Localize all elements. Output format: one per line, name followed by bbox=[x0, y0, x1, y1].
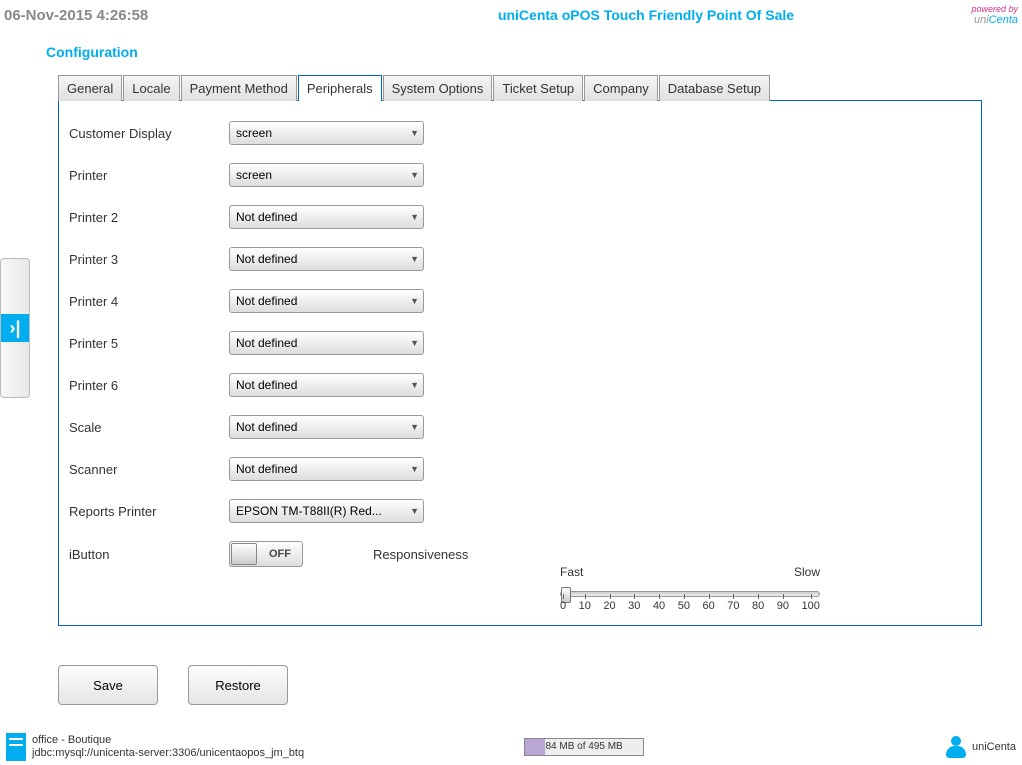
toggle-knob bbox=[231, 543, 257, 565]
responsiveness-slider-block: Fast Slow 0 10 20 30 40 50 60 70 80 90 100 bbox=[560, 565, 820, 612]
tick-80: 80 bbox=[752, 600, 764, 612]
field-label-4: Printer 4 bbox=[69, 294, 229, 309]
tick-40: 40 bbox=[653, 600, 665, 612]
tab-company[interactable]: Company bbox=[584, 75, 658, 101]
combo-customer-display[interactable]: screen ▼ bbox=[229, 121, 424, 145]
combo-value: Not defined bbox=[236, 420, 297, 434]
chevron-down-icon: ▼ bbox=[410, 170, 419, 180]
logo-uni: uni bbox=[974, 14, 989, 26]
tab-ticket-setup[interactable]: Ticket Setup bbox=[493, 75, 583, 101]
tick-50: 50 bbox=[678, 600, 690, 612]
combo-value: screen bbox=[236, 168, 272, 182]
config-panel: Customer Display screen ▼ Printer screen ▼ Pri… bbox=[58, 100, 982, 626]
combo-value: Not defined bbox=[236, 252, 297, 266]
tab-payment-method[interactable]: Payment Method bbox=[181, 75, 297, 101]
chevron-down-icon: ▼ bbox=[410, 464, 419, 474]
tick-60: 60 bbox=[702, 600, 714, 612]
combo-printer-6[interactable]: Not defined ▼ bbox=[229, 373, 424, 397]
field-label-8: Scanner bbox=[69, 462, 229, 477]
server-icon bbox=[6, 733, 26, 761]
restore-button[interactable]: Restore bbox=[188, 665, 288, 705]
tick-70: 70 bbox=[727, 600, 739, 612]
chevron-down-icon: ▼ bbox=[410, 422, 419, 432]
slider-slow-label: Slow bbox=[794, 565, 820, 579]
combo-printer[interactable]: screen ▼ bbox=[229, 163, 424, 187]
combo-printer-5[interactable]: Not defined ▼ bbox=[229, 331, 424, 355]
field-label-7: Scale bbox=[69, 420, 229, 435]
app-title: uniCenta oPOS Touch Friendly Point Of Sa… bbox=[374, 7, 918, 23]
responsiveness-label: Responsiveness bbox=[373, 547, 468, 562]
chevron-down-icon: ▼ bbox=[410, 212, 419, 222]
responsiveness-slider[interactable] bbox=[560, 591, 820, 597]
combo-value: Not defined bbox=[236, 210, 297, 224]
status-office: office - Boutique bbox=[32, 734, 304, 747]
logo: powered by uniCenta bbox=[918, 4, 1018, 26]
combo-value: Not defined bbox=[236, 294, 297, 308]
ibutton-label: iButton bbox=[69, 547, 229, 562]
field-label-6: Printer 6 bbox=[69, 378, 229, 393]
sidebar-toggle[interactable]: ›| bbox=[0, 258, 30, 398]
tick-10: 10 bbox=[579, 600, 591, 612]
combo-value: Not defined bbox=[236, 378, 297, 392]
tick-90: 90 bbox=[777, 600, 789, 612]
chevron-down-icon: ▼ bbox=[410, 296, 419, 306]
combo-scale[interactable]: Not defined ▼ bbox=[229, 415, 424, 439]
field-label-9: Reports Printer bbox=[69, 504, 229, 519]
combo-printer-3[interactable]: Not defined ▼ bbox=[229, 247, 424, 271]
user-icon bbox=[944, 735, 968, 759]
user-indicator[interactable]: uniCenta bbox=[944, 735, 1016, 759]
field-label-1: Printer bbox=[69, 168, 229, 183]
combo-value: Not defined bbox=[236, 336, 297, 350]
chevron-down-icon: ▼ bbox=[410, 254, 419, 264]
combo-value: Not defined bbox=[236, 462, 297, 476]
user-name: uniCenta bbox=[972, 741, 1016, 753]
chevron-down-icon: ▼ bbox=[410, 506, 419, 516]
chevron-down-icon: ▼ bbox=[410, 338, 419, 348]
expand-icon: ›| bbox=[1, 314, 29, 342]
tab-system-options[interactable]: System Options bbox=[383, 75, 493, 101]
tab-general[interactable]: General bbox=[58, 75, 122, 101]
combo-printer-4[interactable]: Not defined ▼ bbox=[229, 289, 424, 313]
field-label-3: Printer 3 bbox=[69, 252, 229, 267]
combo-scanner[interactable]: Not defined ▼ bbox=[229, 457, 424, 481]
memory-indicator: 84 MB of 495 MB bbox=[524, 738, 650, 756]
tick-20: 20 bbox=[603, 600, 615, 612]
chevron-down-icon: ▼ bbox=[410, 380, 419, 390]
logo-powered-by: powered by bbox=[918, 4, 1018, 14]
tab-peripherals[interactable]: Peripherals bbox=[298, 75, 382, 101]
tick-0: 0 bbox=[560, 600, 566, 612]
ibutton-toggle[interactable]: OFF bbox=[229, 541, 303, 567]
status-jdbc: jdbc:mysql://unicenta-server:3306/unicen… bbox=[32, 747, 304, 760]
save-button[interactable]: Save bbox=[58, 665, 158, 705]
tab-database-setup[interactable]: Database Setup bbox=[659, 75, 770, 101]
combo-reports-printer[interactable]: EPSON TM-T88II(R) Red... ▼ bbox=[229, 499, 424, 523]
field-label-5: Printer 5 bbox=[69, 336, 229, 351]
chevron-down-icon: ▼ bbox=[410, 128, 419, 138]
tab-locale[interactable]: Locale bbox=[123, 75, 179, 101]
toggle-state: OFF bbox=[258, 548, 302, 560]
status-bar: office - Boutique jdbc:mysql://unicenta-… bbox=[0, 729, 1022, 765]
field-label-0: Customer Display bbox=[69, 126, 229, 141]
slider-fast-label: Fast bbox=[560, 565, 583, 579]
tick-100: 100 bbox=[802, 600, 820, 612]
page-heading: Configuration bbox=[0, 30, 1022, 74]
field-label-2: Printer 2 bbox=[69, 210, 229, 225]
combo-printer-2[interactable]: Not defined ▼ bbox=[229, 205, 424, 229]
timestamp: 06-Nov-2015 4:26:58 bbox=[4, 7, 374, 24]
memory-text: 84 MB of 495 MB bbox=[525, 741, 643, 752]
logo-centa: Centa bbox=[989, 14, 1018, 26]
tick-30: 30 bbox=[628, 600, 640, 612]
combo-value: EPSON TM-T88II(R) Red... bbox=[236, 504, 382, 518]
combo-value: screen bbox=[236, 126, 272, 140]
